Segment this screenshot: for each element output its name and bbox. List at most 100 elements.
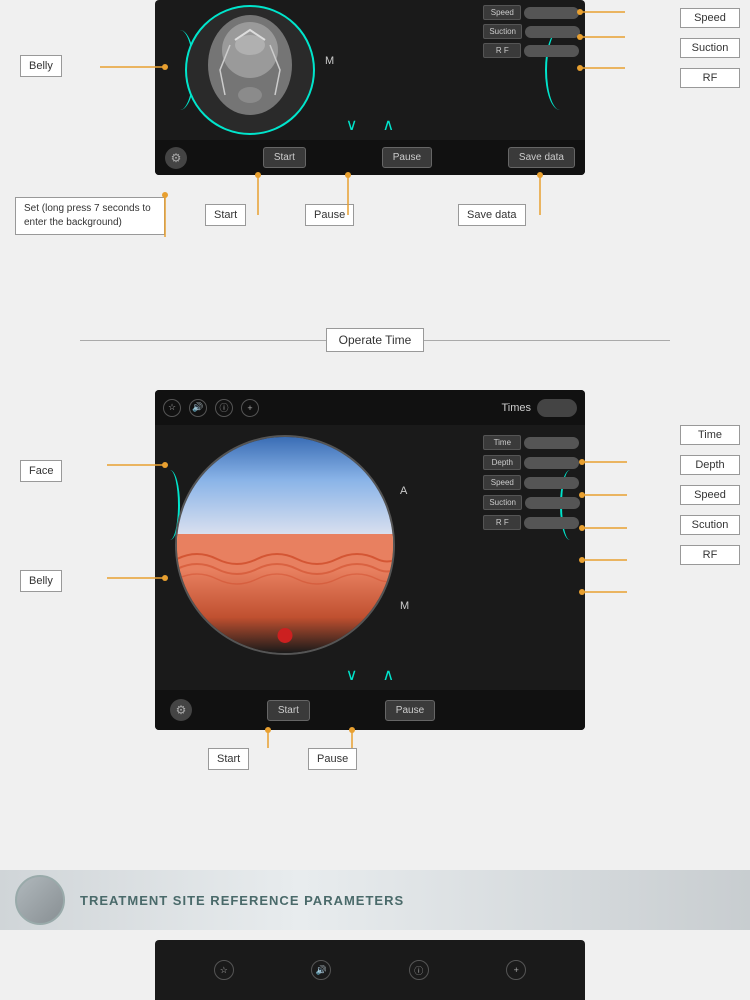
- star-icon-bottom[interactable]: ☆: [163, 399, 181, 417]
- suction-right-box-top: Suction: [680, 38, 740, 58]
- speaker-icon-bottom[interactable]: 🔊: [189, 399, 207, 417]
- m-label-top: M: [325, 55, 334, 67]
- rf-row-top: R F: [483, 43, 580, 58]
- start-btn-top[interactable]: Start: [263, 147, 306, 168]
- middle-divider: Operate Time: [0, 320, 750, 360]
- times-toggle-bottom[interactable]: [537, 399, 577, 417]
- info-icon-bottom[interactable]: ⓘ: [215, 399, 233, 417]
- chevron-down-top[interactable]: ∨: [346, 115, 358, 135]
- bottom-device-section: ☆ 🔊 ⓘ + Times A M: [0, 370, 750, 830]
- belly-box-bottom: Belly: [20, 570, 62, 592]
- rf-right-box: RF: [680, 545, 740, 565]
- rf-annotation-bottom: RF: [680, 545, 740, 565]
- speed-slider-bottom[interactable]: [524, 477, 579, 489]
- controls-right-top: Speed Suction R F: [483, 5, 580, 58]
- time-slider-bottom[interactable]: [524, 437, 579, 449]
- pause-annotation-top: Pause: [305, 204, 354, 226]
- pause-btn-bottom[interactable]: Pause: [385, 700, 435, 721]
- set-box-top: Set (long press 7 seconds to enter the b…: [15, 197, 165, 235]
- suction-slider-top[interactable]: [525, 26, 580, 38]
- top-bar-bottom: ☆ 🔊 ⓘ + Times: [155, 390, 585, 425]
- belly-box-top: Belly: [20, 55, 62, 77]
- rf-right-box-top: RF: [680, 68, 740, 88]
- times-label-bottom: Times: [501, 402, 531, 414]
- speed-btn-bottom[interactable]: Speed: [483, 475, 521, 490]
- treatment-banner: TREATMENT SITE REFERENCE PARAMETERS: [0, 870, 750, 930]
- gear-icon-bottom[interactable]: ⚙: [170, 699, 192, 721]
- suction-annotation-top: Suction: [680, 38, 740, 58]
- preview-icon-3[interactable]: ⓘ: [409, 960, 429, 980]
- suction-slider-bottom[interactable]: [525, 497, 580, 509]
- bottom-bar-top: ⚙ Start Pause Save data: [155, 140, 585, 175]
- chevrons-top: ∨ ∧: [346, 115, 394, 135]
- speed-slider-top[interactable]: [524, 7, 579, 19]
- speed-right-box-top: Speed: [680, 8, 740, 28]
- save-box-top: Save data: [458, 204, 526, 226]
- speed-right-box: Speed: [680, 485, 740, 505]
- pause-btn-top[interactable]: Pause: [382, 147, 432, 168]
- time-annotation-bottom: Time: [680, 425, 740, 445]
- plus-icon-bottom[interactable]: +: [241, 399, 259, 417]
- suction-row-top: Suction: [483, 24, 580, 39]
- start-box-top: Start: [205, 204, 246, 226]
- speed-annotation-top: Speed: [680, 8, 740, 28]
- gear-icon-top[interactable]: ⚙: [165, 147, 187, 169]
- rf-btn-bottom[interactable]: R F: [483, 515, 521, 530]
- face-annotation-bottom: Face: [20, 460, 62, 482]
- preview-icon-2[interactable]: 🔊: [311, 960, 331, 980]
- speed-btn-top[interactable]: Speed: [483, 5, 521, 20]
- belly-annotation-bottom: Belly: [20, 570, 62, 592]
- wavy-svg: [177, 544, 395, 604]
- scution-annotation-bottom: Scution: [680, 515, 740, 535]
- depth-btn-bottom[interactable]: Depth: [483, 455, 521, 470]
- depth-row-bottom: Depth: [483, 455, 580, 470]
- banner-circle: [15, 875, 65, 925]
- rf-slider-top[interactable]: [524, 45, 579, 57]
- pause-box-bottom: Pause: [308, 748, 357, 770]
- suction-btn-top[interactable]: Suction: [483, 24, 522, 39]
- viz-red-dot: [278, 628, 293, 643]
- start-btn-bottom[interactable]: Start: [267, 700, 310, 721]
- face-svg: [200, 15, 300, 125]
- save-annotation-top: Save data: [458, 204, 526, 226]
- suction-row-bottom: Suction: [483, 495, 580, 510]
- time-right-box: Time: [680, 425, 740, 445]
- bottom-preview: ☆ 🔊 ⓘ +: [155, 940, 585, 1000]
- bottom-bar-bottom: ⚙ Start Pause: [155, 690, 585, 730]
- depth-right-box: Depth: [680, 455, 740, 475]
- device-screen-bottom: ☆ 🔊 ⓘ + Times A M: [155, 390, 585, 730]
- chevron-down-bottom[interactable]: ∨: [346, 665, 358, 685]
- suction-btn-bottom[interactable]: Suction: [483, 495, 522, 510]
- rf-btn-top[interactable]: R F: [483, 43, 521, 58]
- time-btn-bottom[interactable]: Time: [483, 435, 521, 450]
- controls-right-bottom: Time Depth Speed Suction R F: [483, 435, 580, 530]
- chevron-up-top[interactable]: ∧: [383, 115, 395, 135]
- face-circle-top: [185, 5, 315, 135]
- speed-row-bottom: Speed: [483, 475, 580, 490]
- pause-annotation-bottom: Pause: [308, 748, 357, 770]
- save-btn-top[interactable]: Save data: [508, 147, 575, 168]
- device-screen-top: M Speed Suction R F ∨ ∧ ⚙ Start Pa: [155, 0, 585, 175]
- treatment-banner-text: TREATMENT SITE REFERENCE PARAMETERS: [80, 893, 404, 908]
- chevron-up-bottom[interactable]: ∧: [383, 665, 395, 685]
- belly-annotation-top: Belly: [20, 55, 62, 77]
- top-section: M Speed Suction R F ∨ ∧ ⚙ Start Pa: [0, 0, 750, 290]
- start-box-bottom: Start: [208, 748, 249, 770]
- rf-row-bottom: R F: [483, 515, 580, 530]
- rf-slider-bottom[interactable]: [524, 517, 579, 529]
- set-annotation-top: Set (long press 7 seconds to enter the b…: [15, 197, 165, 235]
- viz-circle-bottom: [175, 435, 395, 655]
- depth-slider-bottom[interactable]: [524, 457, 579, 469]
- start-annotation-top: Start: [205, 204, 246, 226]
- preview-icon-4[interactable]: +: [506, 960, 526, 980]
- rf-annotation-top: RF: [680, 68, 740, 88]
- preview-icon-1[interactable]: ☆: [214, 960, 234, 980]
- speed-annotation-bottom: Speed: [680, 485, 740, 505]
- depth-annotation-bottom: Depth: [680, 455, 740, 475]
- icon-row-bottom: ☆ 🔊 ⓘ +: [163, 399, 259, 417]
- times-row-bottom: Times: [501, 399, 577, 417]
- m-label-bottom: M: [400, 600, 409, 612]
- start-annotation-bottom: Start: [208, 748, 249, 770]
- chevrons-bottom: ∨ ∧: [346, 665, 394, 685]
- speed-row-top: Speed: [483, 5, 580, 20]
